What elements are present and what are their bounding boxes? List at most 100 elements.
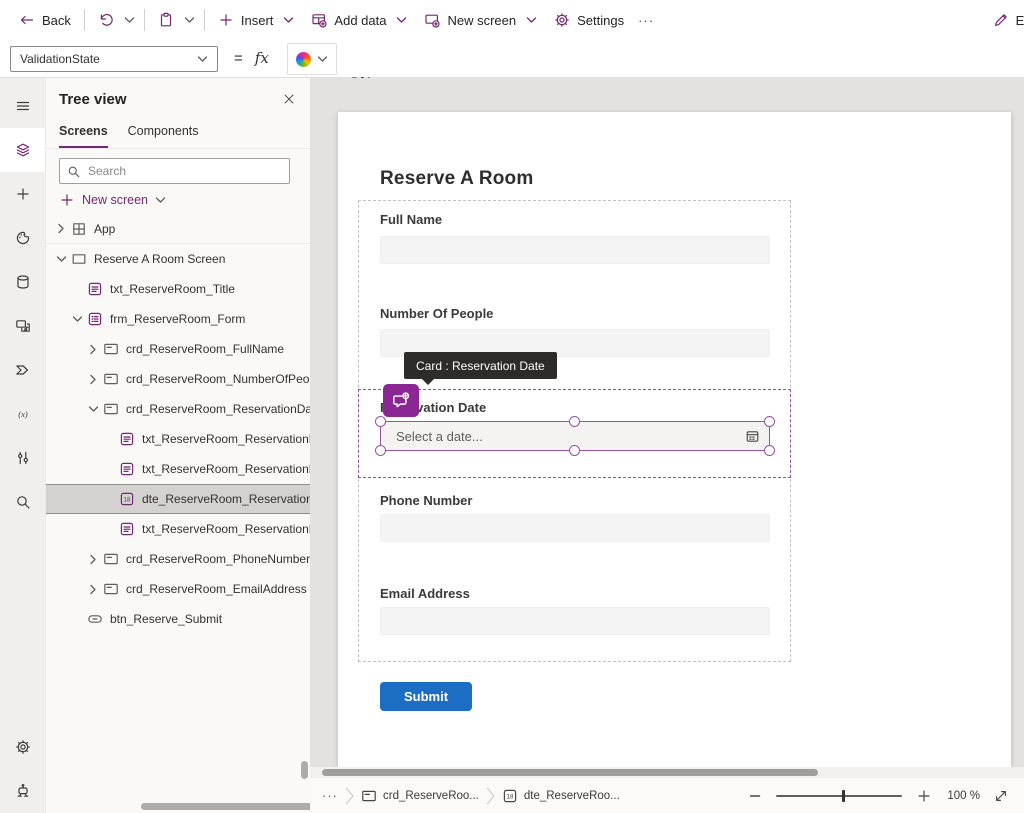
canvas-scrollbar-track <box>310 767 1024 778</box>
tree-item-txt-reserveroom-title[interactable]: txt_ReserveRoom_Title <box>46 274 310 304</box>
resize-handle[interactable] <box>569 445 580 456</box>
chevron-down-icon <box>155 195 166 205</box>
chevron-right-icon[interactable] <box>85 374 101 385</box>
breadcrumb-overflow-button[interactable]: ··· <box>322 788 338 803</box>
tree-item-crd-reserveroom-emailaddress[interactable]: crd_ReserveRoom_EmailAddress <box>46 574 310 604</box>
canvas-scrollbar-thumb[interactable] <box>322 769 818 776</box>
tree-item-crd-reserveroom-fullname[interactable]: crd_ReserveRoom_FullName <box>46 334 310 364</box>
fx-label: fx <box>255 49 269 67</box>
rail-theme-button[interactable] <box>0 216 45 260</box>
tree-item-btn-reserve-submit[interactable]: btn_Reserve_Submit <box>46 604 310 634</box>
rail-advanced-tools-button[interactable] <box>0 436 45 480</box>
fit-to-window-icon[interactable] <box>994 789 1008 803</box>
tree-item-app[interactable]: App <box>46 214 310 244</box>
resize-handle[interactable] <box>764 416 775 427</box>
search-input[interactable] <box>86 163 282 179</box>
field-label-number-of-people[interactable]: Number Of People <box>380 306 493 321</box>
rail-power-automate-button[interactable] <box>0 348 45 392</box>
rail-media-button[interactable] <box>0 304 45 348</box>
field-input-phone-number[interactable] <box>380 514 770 542</box>
property-selector[interactable]: ValidationState <box>10 46 218 72</box>
tree-item-label: txt_ReserveRoom_ReservationDate <box>142 432 310 446</box>
rail-virtual-agent-button[interactable] <box>0 769 45 813</box>
tab-components[interactable]: Components <box>128 124 199 148</box>
zoom-slider-handle[interactable] <box>842 790 845 802</box>
zoom-out-button[interactable] <box>748 789 762 803</box>
rail-menu-button[interactable] <box>0 84 45 128</box>
tree-item-frm-reserveroom-form[interactable]: frm_ReserveRoom_Form <box>46 304 310 334</box>
new-screen-chevron-icon <box>523 10 540 30</box>
rail-settings-button[interactable] <box>0 725 45 769</box>
chevron-down-icon[interactable] <box>53 254 69 264</box>
field-input-email-address[interactable] <box>380 607 770 635</box>
tree-item-txt-reserveroom-reservationdate[interactable]: txt_ReserveRoom_ReservationDate <box>46 424 310 454</box>
tree-item-reserve-a-room-screen[interactable]: Reserve A Room Screen <box>46 244 310 274</box>
paste-menu-chevron[interactable] <box>181 10 198 30</box>
new-screen-button[interactable]: New screen <box>417 5 547 35</box>
breadcrumb-item-dte-reserveroo-[interactable]: 18dte_ReserveRoo... <box>502 788 620 804</box>
zoom-in-button[interactable] <box>916 788 932 804</box>
field-input-full-name[interactable] <box>380 236 770 264</box>
resize-handle[interactable] <box>375 416 386 427</box>
chevron-right-icon[interactable] <box>85 554 101 565</box>
tree-item-label: crd_ReserveRoom_EmailAddress <box>126 582 307 596</box>
tree-vertical-scrollbar[interactable] <box>301 761 308 779</box>
field-label-phone-number[interactable]: Phone Number <box>380 493 472 508</box>
datepicker-selection <box>380 421 770 451</box>
tree-item-crd-reserveroom-reservationdate[interactable]: crd_ReserveRoom_ReservationDate <box>46 394 310 424</box>
edit-mode-button[interactable]: Edit <box>993 7 1024 33</box>
tree-rows: AppReserve A Room Screentxt_ReserveRoom_… <box>46 214 310 634</box>
paste-button[interactable] <box>151 7 181 33</box>
tab-screens[interactable]: Screens <box>59 124 108 148</box>
screen-title-label[interactable]: Reserve A Room <box>380 168 533 190</box>
chevron-right-icon[interactable] <box>85 344 101 355</box>
rail-search-button[interactable] <box>0 480 45 524</box>
screen-canvas[interactable]: Reserve A Room Full Name Number Of People… <box>338 112 1011 767</box>
chevron-right-icon[interactable] <box>85 584 101 595</box>
add-data-icon <box>311 12 327 28</box>
settings-button[interactable]: Settings <box>547 7 631 33</box>
tree-item-crd-reserveroom-numberofpeople[interactable]: crd_ReserveRoom_NumberOfPeople <box>46 364 310 394</box>
chevron-right-icon[interactable] <box>53 223 69 234</box>
back-button[interactable]: Back <box>12 7 78 33</box>
zoom-slider-track <box>776 795 902 797</box>
breadcrumb: crd_ReserveRoo... 18dte_ReserveRoo... <box>338 787 620 805</box>
breadcrumb-item-crd-reserveroo-[interactable]: crd_ReserveRoo... <box>361 788 479 804</box>
tree-item-crd-reserveroom-phonenumber[interactable]: crd_ReserveRoom_PhoneNumber <box>46 544 310 574</box>
rail-bottom-group <box>0 725 45 813</box>
field-label-email-address[interactable]: Email Address <box>380 586 470 601</box>
tree-item-txt-reserveroom-reservationdate[interactable]: txt_ReserveRoom_ReservationDate <box>46 454 310 484</box>
new-screen-icon <box>424 12 440 28</box>
tree-horizontal-scrollbar[interactable] <box>141 803 310 810</box>
resize-handle[interactable] <box>375 445 386 456</box>
edit-label: Edit <box>1016 13 1024 28</box>
zoom-slider[interactable] <box>776 789 902 803</box>
chevron-down-icon[interactable] <box>85 404 101 414</box>
tree-item-txt-reserveroom-reservationdate[interactable]: txt_ReserveRoom_ReservationDate <box>46 514 310 544</box>
chevron-down-icon[interactable] <box>69 314 85 324</box>
new-screen-tree-button[interactable]: New screen <box>59 192 166 208</box>
rail-data-sources-button[interactable] <box>0 260 45 304</box>
tree-item-dte-reserveroom-reservationdate[interactable]: 18dte_ReserveRoom_ReservationDate <box>46 484 310 514</box>
submit-button[interactable]: Submit <box>380 682 472 711</box>
copilot-button[interactable] <box>287 43 337 75</box>
card-control-icon <box>361 788 377 804</box>
resize-handle[interactable] <box>764 445 775 456</box>
field-label-full-name[interactable]: Full Name <box>380 212 442 227</box>
insert-button[interactable]: Insert <box>211 5 305 35</box>
undo-menu-chevron[interactable] <box>121 10 138 30</box>
close-icon[interactable] <box>282 92 296 106</box>
rail-tree-view-button[interactable] <box>0 128 45 172</box>
undo-button[interactable] <box>91 7 121 33</box>
label-control-icon <box>86 281 103 297</box>
plus-icon <box>59 192 75 208</box>
rail-insert-button[interactable] <box>0 172 45 216</box>
toolbar-overflow-button[interactable]: ··· <box>631 8 661 33</box>
resize-handle[interactable] <box>569 416 580 427</box>
advanced-tools-icon <box>15 450 31 466</box>
rail-variables-button[interactable]: (x) <box>0 392 45 436</box>
card-comment-badge[interactable] <box>383 384 419 417</box>
add-data-button[interactable]: Add data <box>304 5 417 35</box>
top-toolbar: Back Insert Add data New screen <box>0 0 1024 40</box>
svg-text:18: 18 <box>507 794 514 800</box>
